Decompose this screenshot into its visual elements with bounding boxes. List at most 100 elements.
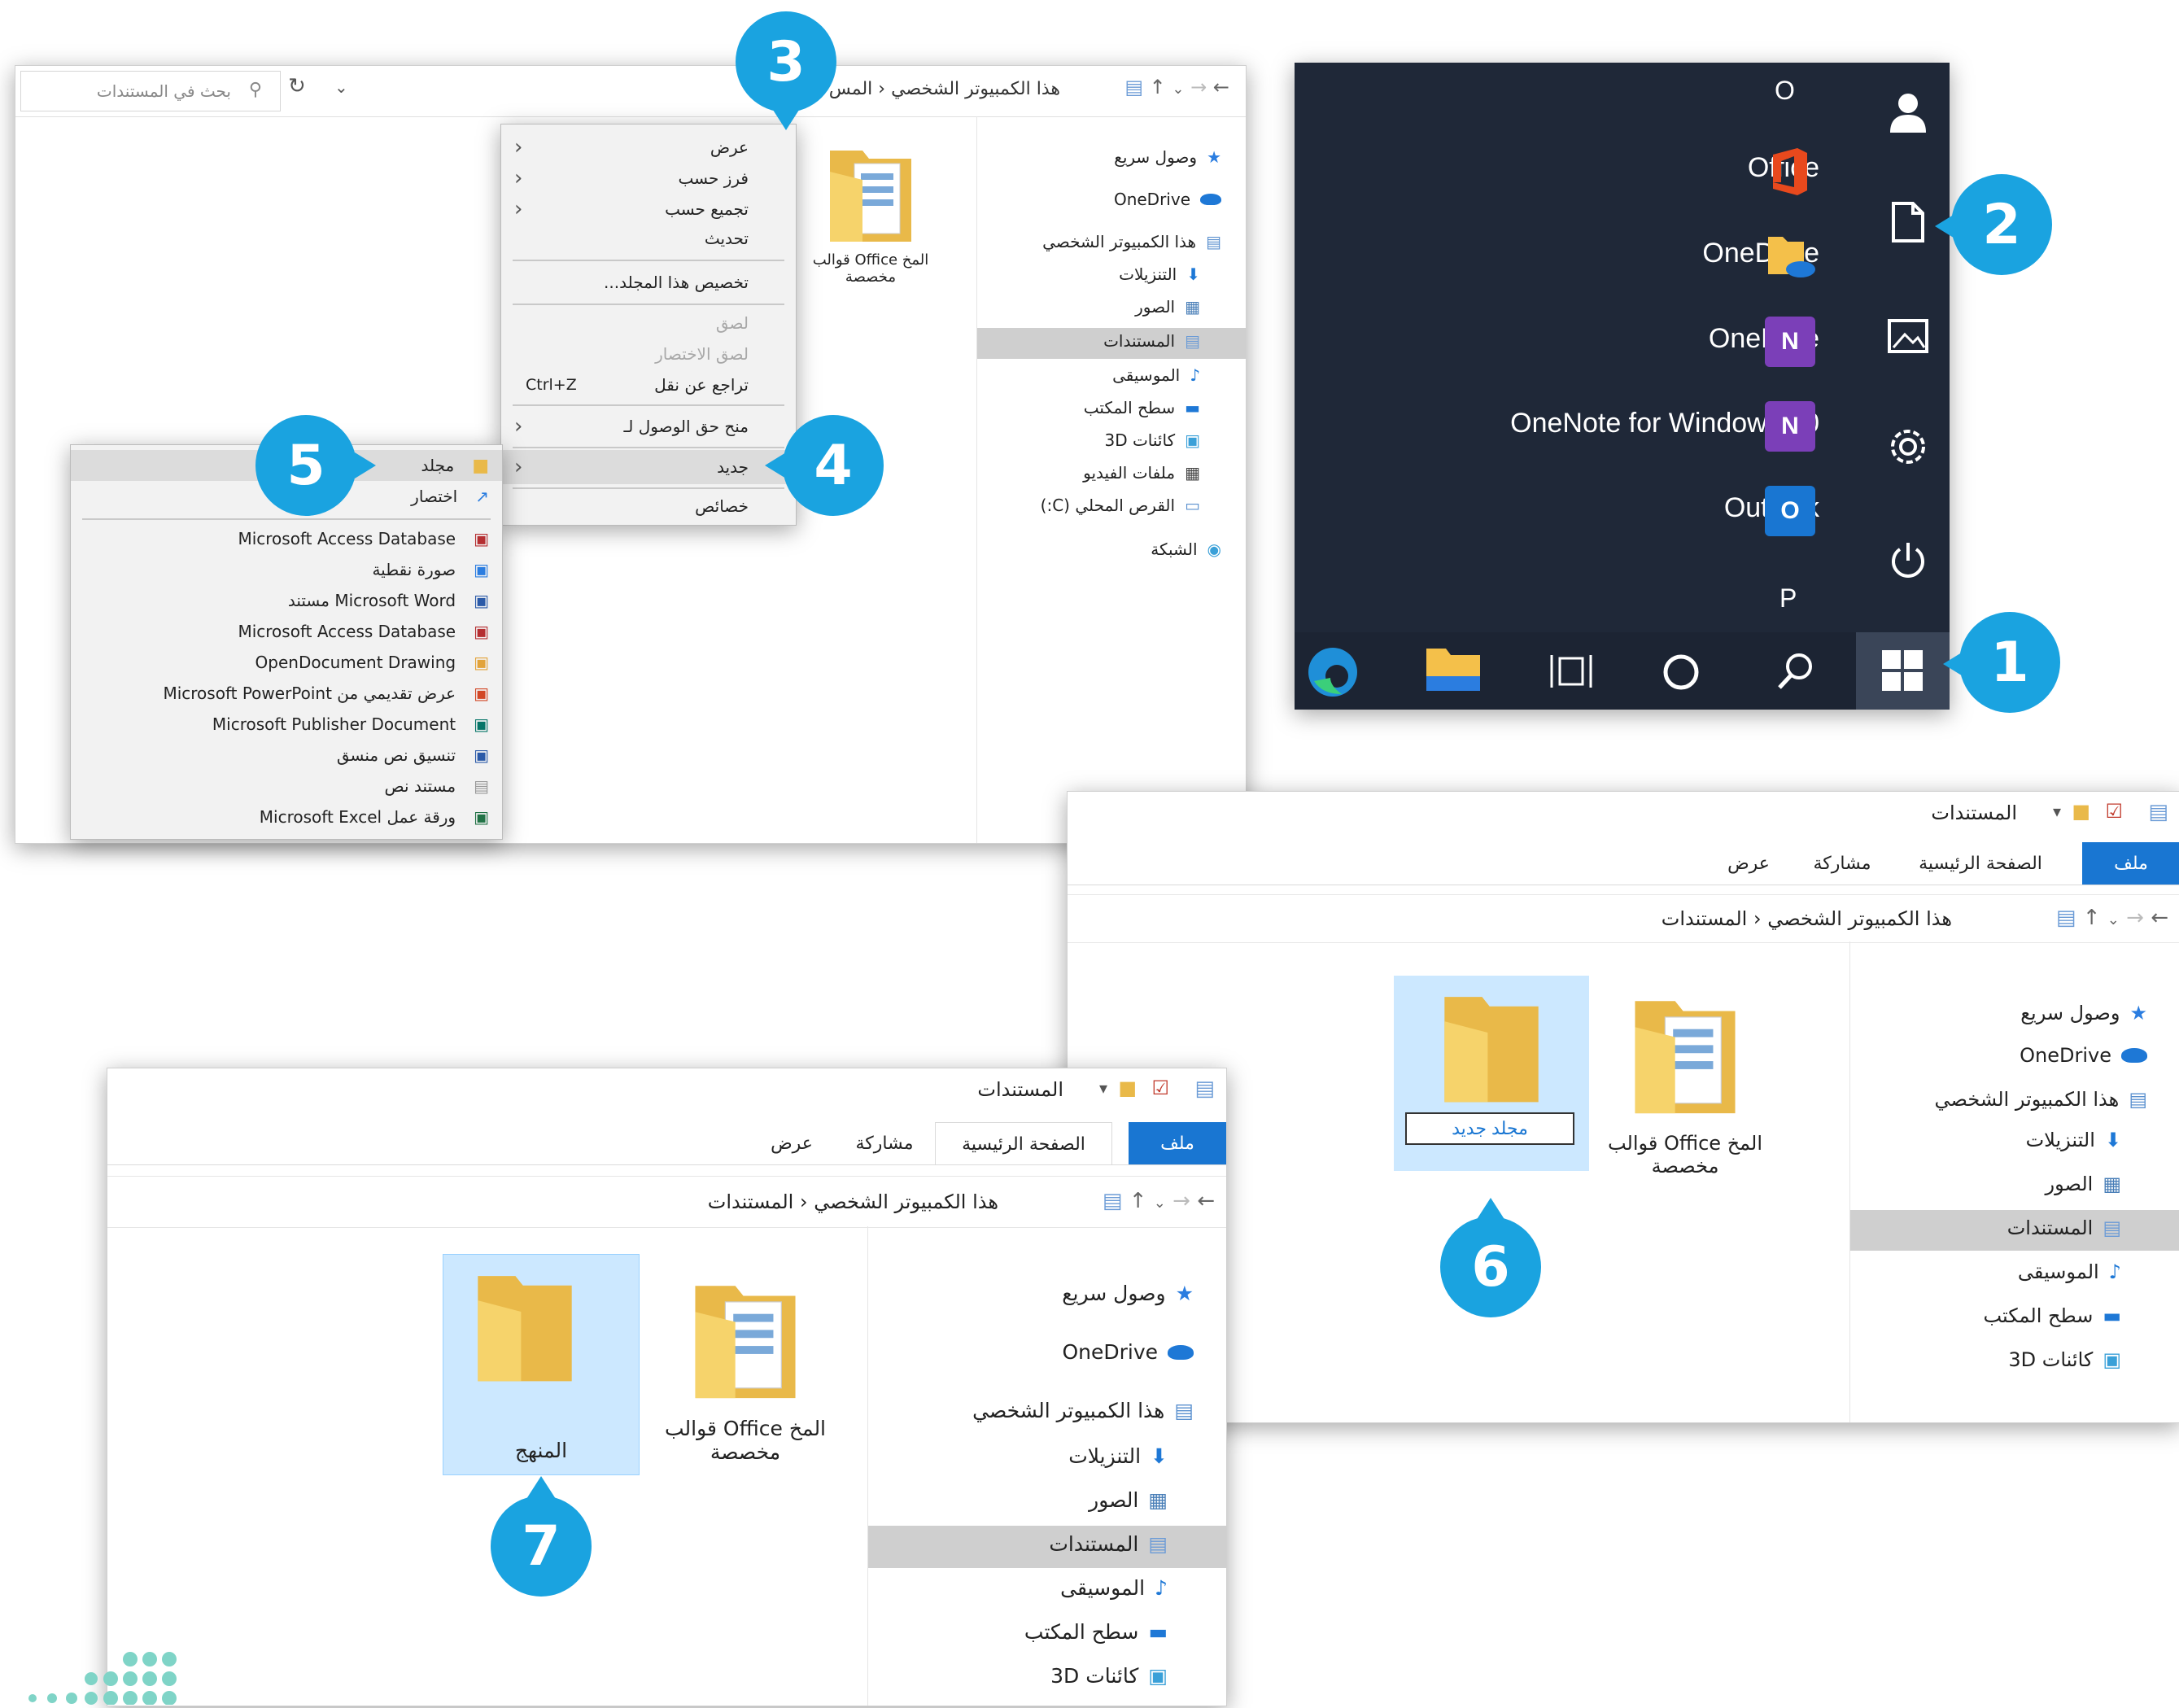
- folder-item[interactable]: المخ Office قوالب مخصصة: [1592, 987, 1779, 1199]
- search-box[interactable]: بحث في المستندات ⚲: [20, 71, 281, 111]
- forward-arrow-icon[interactable]: ←: [1213, 76, 1229, 98]
- address-bar[interactable]: [107, 1176, 1226, 1228]
- nav-onedrive[interactable]: OneDrive: [1114, 190, 1221, 209]
- folder-item[interactable]: المخ Office قوالب مخصصة: [648, 1272, 843, 1483]
- settings-icon[interactable]: [1887, 426, 1929, 468]
- qat-folder-icon[interactable]: ■: [1118, 1077, 1137, 1099]
- nav-downloads[interactable]: ⬇ التنزيلات: [2026, 1129, 2121, 1151]
- forward-arrow-icon[interactable]: ←: [2151, 906, 2168, 930]
- submenu-item-publisher[interactable]: ▣ Microsoft Publisher Document: [71, 709, 502, 740]
- renamed-folder-item-selected[interactable]: المنهج: [443, 1254, 640, 1475]
- nav-pictures[interactable]: ▦ الصور: [2046, 1173, 2121, 1195]
- menu-item-group-by[interactable]: تجميع حسب ‹: [501, 194, 796, 224]
- nav-quick-access[interactable]: ★ وصول سريع: [1114, 147, 1221, 167]
- up-arrow-icon[interactable]: ↑: [2083, 906, 2101, 930]
- nav-music[interactable]: ♪ الموسيقى: [1112, 365, 1200, 385]
- back-arrow-icon[interactable]: →: [2126, 906, 2144, 930]
- power-icon[interactable]: [1889, 539, 1928, 582]
- nav-onedrive[interactable]: OneDrive: [1062, 1340, 1194, 1364]
- recent-dropdown-icon[interactable]: ⌄: [1154, 1195, 1166, 1212]
- recent-dropdown-icon[interactable]: ⌄: [1172, 81, 1184, 98]
- submenu-item-text[interactable]: ▤ مستند نص: [71, 771, 502, 802]
- menu-item-new[interactable]: جديد ‹: [501, 450, 796, 484]
- history-dropdown-icon[interactable]: ⌄: [334, 77, 348, 97]
- cortana-icon[interactable]: [1661, 652, 1701, 692]
- menu-item-give-access[interactable]: منح حق الوصول لـ ‹: [501, 411, 796, 442]
- breadcrumb-item[interactable]: هذا الكمبيوتر الشخصي: [1767, 907, 1952, 930]
- nav-pictures[interactable]: ▦ الصور: [1089, 1488, 1168, 1512]
- refresh-icon[interactable]: ↻: [288, 74, 306, 98]
- folder-item[interactable]: المخ Office قوالب مخصصة: [810, 139, 932, 302]
- submenu-item-excel[interactable]: ▣ ورقة عمل Microsoft Excel: [71, 802, 502, 832]
- back-arrow-icon[interactable]: →: [1190, 76, 1207, 98]
- submenu-item-powerpoint[interactable]: ▣ عرض تقديمي من Microsoft PowerPoint: [71, 678, 502, 709]
- menu-item-paste-shortcut[interactable]: لصق الاختصار: [501, 339, 796, 369]
- menu-item-properties[interactable]: خصائص: [501, 491, 796, 522]
- qat-properties-icon[interactable]: ▤: [1194, 1077, 1215, 1101]
- submenu-item-odg[interactable]: ▣ OpenDocument Drawing: [71, 647, 502, 678]
- qat-dropdown-icon[interactable]: ▾: [1099, 1078, 1107, 1098]
- back-arrow-icon[interactable]: →: [1172, 1189, 1190, 1213]
- search-icon[interactable]: [1775, 650, 1817, 692]
- nav-3d-objects[interactable]: ▣ كائنات 3D: [1104, 430, 1200, 450]
- submenu-item-bitmap[interactable]: ▣ صورة نقطية: [71, 554, 502, 585]
- menu-item-view[interactable]: عرض ‹: [501, 133, 796, 162]
- tab-share[interactable]: مشاركة: [1797, 842, 1887, 885]
- menu-item-customize-folder[interactable]: تخصيص هذا المجلد...: [501, 266, 796, 299]
- nav-music[interactable]: ♪ الموسيقى: [1060, 1576, 1168, 1600]
- nav-desktop[interactable]: ▬ سطح المكتب: [1084, 398, 1200, 417]
- nav-videos[interactable]: ▦ ملفات الفيديو: [1083, 463, 1200, 483]
- nav-local-disk[interactable]: ▭ القرص المحلي (C:): [1041, 496, 1200, 515]
- up-arrow-icon[interactable]: ↑: [1129, 1189, 1147, 1213]
- tab-file[interactable]: ملف: [2082, 842, 2179, 885]
- user-icon[interactable]: [1885, 89, 1931, 134]
- address-bar[interactable]: [1068, 894, 2179, 943]
- nav-downloads[interactable]: ⬇ التنزيلات: [1119, 264, 1200, 284]
- nav-3d-objects[interactable]: ▣ كائنات 3D: [2008, 1348, 2121, 1371]
- submenu-item-access-db[interactable]: ▣ Microsoft Access Database: [71, 523, 502, 554]
- tab-view[interactable]: عرض: [1708, 842, 1789, 885]
- new-folder-item-selected[interactable]: [1394, 976, 1589, 1171]
- nav-this-pc[interactable]: ▤ هذا الكمبيوتر الشخصي: [972, 1399, 1194, 1422]
- qat-check-icon[interactable]: ☑: [1151, 1077, 1169, 1099]
- tab-file[interactable]: ملف: [1129, 1122, 1226, 1164]
- menu-item-paste[interactable]: لصق: [501, 308, 796, 338]
- nav-desktop[interactable]: ▬ سطح المكتب: [1024, 1620, 1168, 1644]
- recent-dropdown-icon[interactable]: ⌄: [2107, 911, 2120, 928]
- submenu-item-word[interactable]: ▣ Microsoft Word مستند: [71, 585, 502, 616]
- edge-icon[interactable]: [1306, 645, 1360, 699]
- tab-home[interactable]: الصفحة الرئيسية: [1903, 842, 2058, 885]
- qat-check-icon[interactable]: ☑: [2105, 800, 2123, 823]
- nav-this-pc[interactable]: ▤ هذا الكمبيوتر الشخصي: [1935, 1088, 2147, 1111]
- nav-desktop[interactable]: ▬ سطح المكتب: [1983, 1304, 2121, 1327]
- nav-quick-access[interactable]: ★ وصول سريع: [2020, 1002, 2147, 1024]
- nav-3d-objects[interactable]: ▣ كائنات 3D: [1050, 1664, 1168, 1688]
- pictures-icon[interactable]: [1887, 318, 1929, 354]
- task-view-icon[interactable]: [1548, 649, 1594, 694]
- nav-this-pc[interactable]: ▤ هذا الكمبيوتر الشخصي: [1042, 232, 1221, 251]
- nav-downloads[interactable]: ⬇ التنزيلات: [1068, 1444, 1168, 1468]
- nav-quick-access[interactable]: ★ وصول سريع: [1062, 1282, 1194, 1305]
- submenu-item-rtf[interactable]: ▣ تنسيق نص منسق: [71, 740, 502, 771]
- menu-item-refresh[interactable]: تحديث: [501, 224, 796, 253]
- tab-home[interactable]: الصفحة الرئيسية: [935, 1122, 1112, 1165]
- breadcrumb-item[interactable]: هذا الكمبيوتر الشخصي: [891, 79, 1060, 99]
- submenu-item-access-db-2[interactable]: ▣ Microsoft Access Database: [71, 616, 502, 647]
- file-explorer-icon[interactable]: [1425, 644, 1482, 694]
- nav-pictures[interactable]: ▦ الصور: [1135, 297, 1200, 317]
- nav-network[interactable]: ◉ الشبكة: [1151, 539, 1221, 559]
- nav-documents[interactable]: ▤ المستندات: [1103, 331, 1200, 351]
- nav-onedrive[interactable]: OneDrive: [2020, 1044, 2147, 1067]
- qat-folder-icon[interactable]: ■: [2072, 800, 2090, 823]
- nav-documents[interactable]: ▤ المستندات: [1049, 1532, 1168, 1556]
- breadcrumb-item[interactable]: المس: [829, 79, 873, 99]
- document-icon[interactable]: [1890, 201, 1926, 243]
- breadcrumb-item[interactable]: هذا الكمبيوتر الشخصي: [814, 1190, 998, 1213]
- breadcrumb-item[interactable]: المستندات: [1662, 907, 1748, 930]
- search-input[interactable]: بحث في المستندات: [97, 81, 231, 101]
- menu-item-sort-by[interactable]: فرز حسب ‹: [501, 164, 796, 193]
- forward-arrow-icon[interactable]: ←: [1197, 1189, 1215, 1213]
- tab-share[interactable]: مشاركة: [836, 1122, 933, 1164]
- tab-view[interactable]: عرض: [751, 1122, 832, 1164]
- qat-properties-icon[interactable]: ▤: [2148, 800, 2168, 824]
